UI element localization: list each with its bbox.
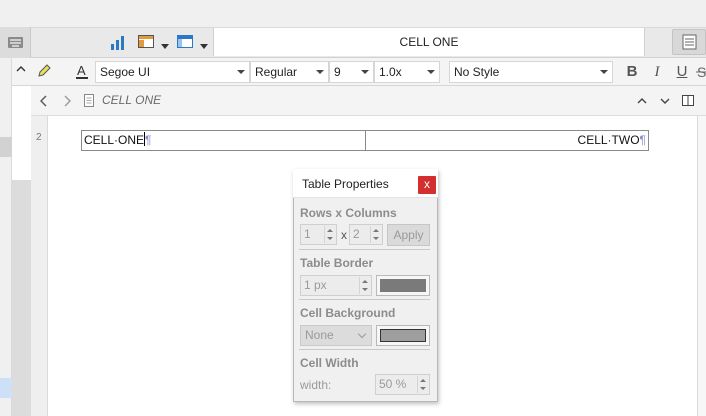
keyboard-button[interactable] bbox=[0, 27, 31, 58]
chevron-up-icon[interactable] bbox=[636, 95, 648, 105]
list-icon bbox=[682, 34, 697, 50]
bold-button[interactable]: B bbox=[622, 62, 642, 82]
document-icon bbox=[83, 93, 95, 108]
pilcrow-mark: ¶ bbox=[145, 133, 152, 147]
table-cell[interactable]: CELL·TWO¶ bbox=[364, 131, 649, 150]
table-border-label: Table Border bbox=[300, 256, 374, 270]
line-spacing-value: 1.0x bbox=[379, 65, 402, 79]
chevron-right-icon[interactable] bbox=[61, 94, 73, 108]
cell-one-text: CELL·ONE bbox=[84, 133, 145, 147]
cell-background-color-swatch bbox=[380, 329, 426, 342]
pilcrow-mark: ¶ bbox=[639, 133, 646, 147]
width-label: width: bbox=[300, 378, 332, 392]
underline-button[interactable]: U bbox=[672, 62, 692, 82]
strikethrough-icon[interactable]: S bbox=[696, 63, 706, 81]
rows-spinner[interactable]: 1 bbox=[300, 224, 337, 245]
text-color-icon[interactable]: A bbox=[74, 63, 90, 81]
sidebar-toggle-button[interactable] bbox=[672, 29, 706, 55]
chevron-down-icon bbox=[361, 70, 369, 74]
paragraph-style-value: No Style bbox=[454, 65, 500, 79]
spinner-arrows-icon[interactable] bbox=[417, 376, 428, 393]
line-number-column bbox=[31, 116, 48, 416]
apply-button[interactable]: Apply bbox=[387, 224, 430, 246]
rows-value: 1 bbox=[304, 227, 311, 241]
font-size-value: 9 bbox=[334, 65, 341, 79]
cell-background-label: Cell Background bbox=[300, 306, 396, 320]
font-style-select[interactable]: Regular bbox=[250, 61, 329, 83]
dialog-title: Table Properties bbox=[302, 177, 389, 191]
rows-columns-label: Rows x Columns bbox=[300, 206, 397, 220]
chevron-down-icon bbox=[316, 70, 324, 74]
breadcrumb: CELL ONE bbox=[102, 93, 162, 107]
chevron-down-icon bbox=[357, 329, 367, 339]
left-gutter bbox=[0, 58, 12, 416]
pencil-icon[interactable] bbox=[36, 63, 52, 79]
document-table[interactable]: CELL·ONE¶ CELL·TWO¶ bbox=[81, 130, 649, 151]
gutter-selection-marker bbox=[0, 378, 12, 398]
border-color-swatch bbox=[380, 279, 426, 292]
chevron-down-icon bbox=[427, 70, 435, 74]
section-divider bbox=[299, 349, 430, 350]
spinner-arrows-icon[interactable] bbox=[359, 277, 370, 294]
line-spacing-select[interactable]: 1.0x bbox=[374, 61, 440, 83]
close-button[interactable]: x bbox=[418, 176, 436, 194]
columns-value: 2 bbox=[353, 227, 360, 241]
chevron-down-icon bbox=[237, 70, 245, 74]
border-color-button[interactable] bbox=[376, 275, 430, 296]
document-title-field[interactable]: CELL ONE bbox=[213, 28, 645, 56]
chevron-down-icon[interactable] bbox=[161, 39, 169, 49]
bar-chart-icon[interactable] bbox=[109, 34, 129, 52]
chevron-down-icon bbox=[600, 70, 608, 74]
gutter-marker bbox=[0, 137, 12, 157]
spinner-arrows-icon[interactable] bbox=[370, 226, 381, 243]
columns-spinner[interactable]: 2 bbox=[349, 224, 383, 245]
chevron-down-icon[interactable] bbox=[659, 95, 671, 105]
cell-background-color-button[interactable] bbox=[376, 325, 430, 346]
italic-button[interactable]: I bbox=[647, 62, 667, 82]
chevron-down-icon[interactable] bbox=[200, 39, 208, 49]
chevron-up-icon[interactable] bbox=[16, 63, 26, 73]
table-cell[interactable]: CELL·ONE¶ bbox=[82, 131, 365, 150]
layout-icon[interactable] bbox=[137, 33, 157, 51]
gutter-panel bbox=[12, 180, 31, 416]
font-style-value: Regular bbox=[255, 65, 298, 79]
border-width-spinner[interactable]: 1 px bbox=[300, 275, 372, 296]
font-family-value: Segoe UI bbox=[100, 65, 151, 79]
chevron-left-icon[interactable] bbox=[38, 94, 50, 108]
section-divider bbox=[299, 249, 430, 250]
cell-background-select[interactable]: None bbox=[300, 325, 372, 346]
window-top-strip bbox=[0, 0, 706, 27]
font-size-select[interactable]: 9 bbox=[329, 61, 374, 83]
split-view-icon[interactable] bbox=[681, 94, 695, 107]
times-label: x bbox=[341, 228, 347, 242]
cell-width-label: Cell Width bbox=[300, 356, 359, 370]
cell-background-value: None bbox=[305, 328, 334, 342]
cell-two-text: CELL·TWO bbox=[577, 133, 640, 147]
paragraph-style-select[interactable]: No Style bbox=[449, 61, 613, 83]
cell-width-spinner[interactable]: 50 % bbox=[375, 374, 430, 395]
spinner-arrows-icon[interactable] bbox=[324, 226, 335, 243]
section-divider bbox=[299, 299, 430, 300]
border-width-value: 1 px bbox=[304, 278, 327, 292]
keyboard-icon bbox=[8, 37, 23, 48]
panel-icon[interactable] bbox=[176, 33, 196, 51]
svg-text:A: A bbox=[77, 63, 86, 78]
right-margin bbox=[697, 116, 706, 416]
font-family-select[interactable]: Segoe UI bbox=[95, 61, 250, 83]
cell-width-value: 50 % bbox=[379, 377, 407, 391]
line-number: 2 bbox=[36, 132, 42, 143]
